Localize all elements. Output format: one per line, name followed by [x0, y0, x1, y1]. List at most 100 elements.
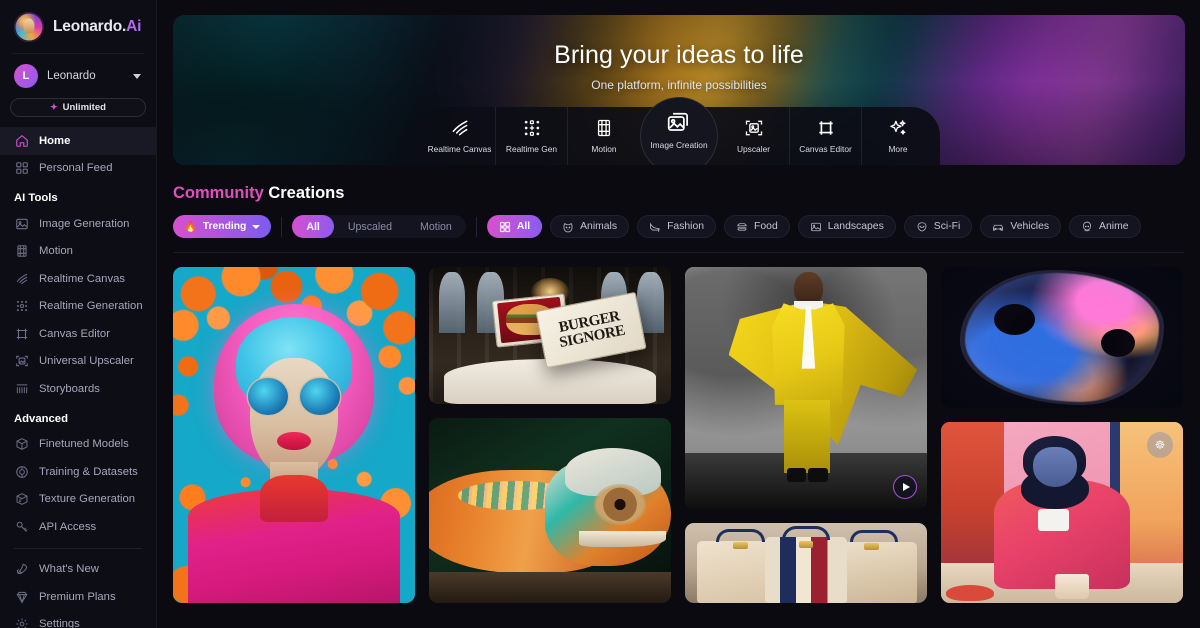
gear-icon — [14, 617, 29, 628]
sidebar-item-realtime-canvas[interactable]: Realtime Canvas — [0, 265, 156, 293]
category-chip-anime[interactable]: Anime — [1069, 215, 1141, 238]
dock-item-label: Upscaler — [736, 144, 771, 154]
sidebar-item-texture-generation[interactable]: Texture Generation — [0, 486, 156, 514]
dock-item-label: Realtime Canvas — [427, 144, 492, 154]
alien-icon — [916, 221, 928, 233]
sidebar-item-premium-plans[interactable]: Premium Plans — [0, 583, 156, 611]
dock-item-canvas-editor[interactable]: Canvas Editor — [790, 107, 862, 165]
segment-all[interactable]: All — [292, 215, 334, 238]
upscale-icon — [14, 354, 29, 369]
category-chips: All Animals Fashion Food Landscapes Sci-… — [486, 215, 1141, 238]
sidebar-item-label: Finetuned Models — [39, 438, 129, 451]
sidebar-item-label: Personal Feed — [39, 162, 113, 175]
gallery-card-yellow-suit-fashion[interactable] — [685, 267, 927, 509]
dots-grid-icon — [14, 299, 29, 314]
page-title: Community Creations — [173, 184, 345, 202]
segment-upscaled[interactable]: Upscaled — [334, 215, 406, 238]
sidebar-item-api-access[interactable]: API Access — [0, 513, 156, 541]
sidebar-item-universal-upscaler[interactable]: Universal Upscaler — [0, 348, 156, 376]
sidebar-item-label: Image Generation — [39, 217, 130, 230]
category-chip-animals[interactable]: Animals — [550, 215, 630, 238]
plan-badge[interactable]: ✦ Unlimited — [10, 98, 146, 117]
artwork-burger: BURGER SIGNORE — [429, 267, 671, 404]
gallery-card-burger-signore-box[interactable]: BURGER SIGNORE — [429, 267, 671, 404]
artwork-yellow-suit — [685, 267, 927, 509]
category-chip-all[interactable]: All — [486, 215, 543, 238]
category-chip-vehicles[interactable]: Vehicles — [980, 215, 1062, 238]
sidebar-section-advanced: Advanced — [14, 412, 68, 425]
dock-item-label: More — [888, 144, 908, 154]
sidebar-item-training-datasets[interactable]: Training & Datasets — [0, 458, 156, 486]
play-icon[interactable] — [893, 475, 917, 499]
chevron-down-icon — [252, 224, 261, 229]
gallery-card-abstract-fluid-shape[interactable] — [941, 267, 1183, 408]
dock-item-label: Motion — [591, 144, 617, 154]
leonardo-logo-icon — [14, 12, 44, 42]
image-stack-icon — [666, 112, 692, 133]
category-chip-sci-fi[interactable]: Sci-Fi — [903, 215, 973, 238]
sidebar-item-motion[interactable]: Motion — [0, 238, 156, 266]
sidebar-divider — [14, 547, 142, 549]
upscale-badge-icon[interactable]: ☸ — [1147, 432, 1173, 458]
category-label: Animals — [580, 221, 618, 232]
trending-label: Trending — [202, 221, 247, 232]
cube-icon — [14, 437, 29, 452]
category-label: All — [516, 221, 531, 232]
gallery-card-portrait-pink-blue-hair[interactable] — [173, 267, 415, 603]
sidebar-item-storyboards[interactable]: Storyboards — [0, 375, 156, 403]
segment-motion[interactable]: Motion — [406, 215, 466, 238]
filter-bar: 🔥 Trending All Upscaled Motion All Anima… — [157, 203, 1200, 238]
sidebar-item-personal-feed[interactable]: Personal Feed — [0, 155, 156, 183]
home-icon — [14, 133, 29, 148]
landscape-icon — [810, 221, 822, 233]
cat-icon — [562, 221, 574, 233]
sidebar-item-label: Motion — [39, 245, 73, 258]
artwork-abstract — [941, 267, 1183, 408]
sparkle-icon: ✦ — [50, 102, 58, 112]
gallery-column-2: BURGER SIGNORE — [429, 267, 671, 603]
category-chip-fashion[interactable]: Fashion — [637, 215, 717, 238]
sidebar: Leonardo.Ai L Leonardo ✦ Unlimited Home — [0, 0, 157, 628]
image-icon — [14, 216, 29, 231]
dock-item-upscaler[interactable]: Upscaler — [718, 107, 790, 165]
gallery-card-illustration-woman-coffee[interactable]: ☸ — [941, 422, 1183, 603]
gallery-card-designer-handbags[interactable] — [685, 523, 927, 603]
sidebar-item-finetuned-models[interactable]: Finetuned Models — [0, 431, 156, 459]
sidebar-item-label: Texture Generation — [39, 493, 136, 506]
dock-item-label: Canvas Editor — [799, 144, 852, 154]
sidebar-item-label: Premium Plans — [39, 590, 116, 603]
app-root: Leonardo.Ai L Leonardo ✦ Unlimited Home — [0, 0, 1200, 628]
dock-item-image-creation[interactable]: Image Creation — [640, 97, 718, 165]
dock-item-more[interactable]: More — [862, 107, 934, 165]
category-label: Food — [754, 221, 778, 232]
sidebar-item-settings[interactable]: Settings — [0, 611, 156, 628]
category-chip-food[interactable]: Food — [724, 215, 790, 238]
sidebar-item-realtime-generation[interactable]: Realtime Generation — [0, 293, 156, 321]
training-icon — [14, 464, 29, 479]
gallery-card-chameleon-closeup[interactable] — [429, 418, 671, 603]
gallery-column-1 — [173, 267, 415, 603]
burger-icon — [736, 221, 748, 233]
dock-item-realtime-canvas[interactable]: Realtime Canvas — [424, 107, 496, 165]
grid-icon — [499, 221, 511, 233]
avatar: L — [14, 64, 38, 88]
sidebar-item-image-generation[interactable]: Image Generation — [0, 210, 156, 238]
category-chip-landscapes[interactable]: Landscapes — [797, 215, 896, 238]
upscale-icon — [744, 118, 764, 138]
brand[interactable]: Leonardo.Ai — [0, 0, 156, 53]
gallery-grid: BURGER SIGNORE ☸ — [157, 253, 1200, 603]
category-label: Landscapes — [827, 221, 884, 232]
sidebar-item-home[interactable]: Home — [0, 127, 156, 155]
sidebar-item-whats-new[interactable]: What's New — [0, 556, 156, 584]
dots-grid-icon — [522, 118, 542, 138]
dock-item-realtime-gen[interactable]: Realtime Gen — [496, 107, 568, 165]
chevron-down-icon[interactable] — [133, 73, 141, 79]
dock-item-label: Realtime Gen — [505, 144, 558, 154]
flame-icon: 🔥 — [184, 222, 197, 233]
account-switcher[interactable]: L Leonardo — [0, 54, 156, 97]
dock-item-motion[interactable]: Motion — [568, 107, 640, 165]
sparkles-icon — [888, 118, 908, 138]
sidebar-item-canvas-editor[interactable]: Canvas Editor — [0, 320, 156, 348]
hero-copy: Bring your ideas to life One platform, i… — [173, 41, 1185, 92]
trending-dropdown[interactable]: 🔥 Trending — [173, 215, 272, 238]
